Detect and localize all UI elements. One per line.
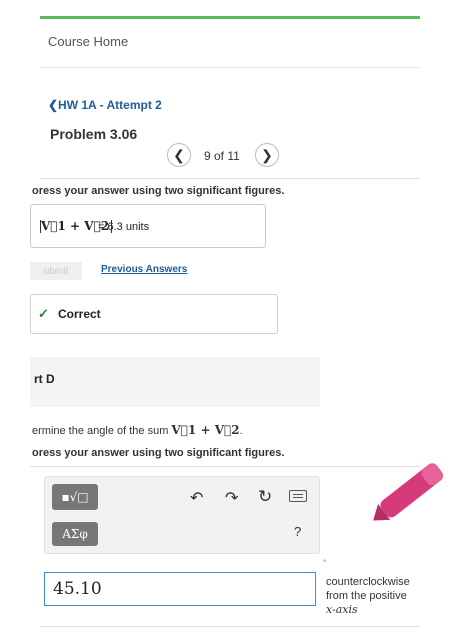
previous-problem-button[interactable]: ❮ bbox=[167, 143, 191, 167]
divider bbox=[40, 626, 420, 627]
angle-answer-input[interactable]: 45.10 bbox=[44, 572, 316, 606]
next-problem-button[interactable]: ❯ bbox=[255, 143, 279, 167]
degree-symbol: ° bbox=[323, 558, 327, 568]
course-home-link[interactable]: Course Home bbox=[48, 34, 128, 49]
chevron-right-icon: ❯ bbox=[261, 146, 273, 163]
problem-title: Problem 3.06 bbox=[50, 126, 138, 142]
divider bbox=[40, 67, 420, 68]
help-icon[interactable]: ? bbox=[294, 524, 301, 539]
part-c-answer-value: = 6.3 units bbox=[98, 221, 150, 233]
part-d-instruction: oress your answer using two significant … bbox=[32, 447, 285, 459]
keyboard-icon[interactable] bbox=[289, 490, 307, 502]
pen-cursor-icon bbox=[373, 463, 444, 521]
check-icon: ✓ bbox=[38, 306, 49, 321]
greek-symbols-button[interactable]: ΑΣφ bbox=[52, 522, 98, 546]
reset-icon[interactable]: ↻ bbox=[258, 487, 272, 507]
undo-icon[interactable]: ↶ bbox=[190, 488, 203, 507]
templates-button[interactable]: ▪√□ bbox=[52, 484, 98, 510]
top-accent-bar bbox=[40, 16, 420, 19]
submit-button[interactable]: ubmit bbox=[30, 262, 82, 280]
part-d-header[interactable] bbox=[30, 357, 320, 407]
redo-icon[interactable]: ↷ bbox=[225, 488, 238, 507]
angle-unit-label: counterclockwise from the positive x-axi… bbox=[326, 576, 410, 616]
previous-answers-link[interactable]: Previous Answers bbox=[101, 264, 187, 275]
divider bbox=[40, 178, 420, 179]
part-c-instruction: oress your answer using two significant … bbox=[32, 185, 285, 197]
back-to-assignment-link[interactable]: ❮HW 1A - Attempt 2 bbox=[48, 98, 162, 112]
chevron-left-icon: ❮ bbox=[173, 146, 185, 163]
feedback-text: Correct bbox=[58, 307, 101, 321]
part-d-heading: rt D bbox=[34, 372, 55, 386]
pager-text: 9 of 11 bbox=[204, 149, 240, 163]
part-d-question: ermine the angle of the sum V⃗1 + V⃗2. bbox=[32, 423, 243, 437]
